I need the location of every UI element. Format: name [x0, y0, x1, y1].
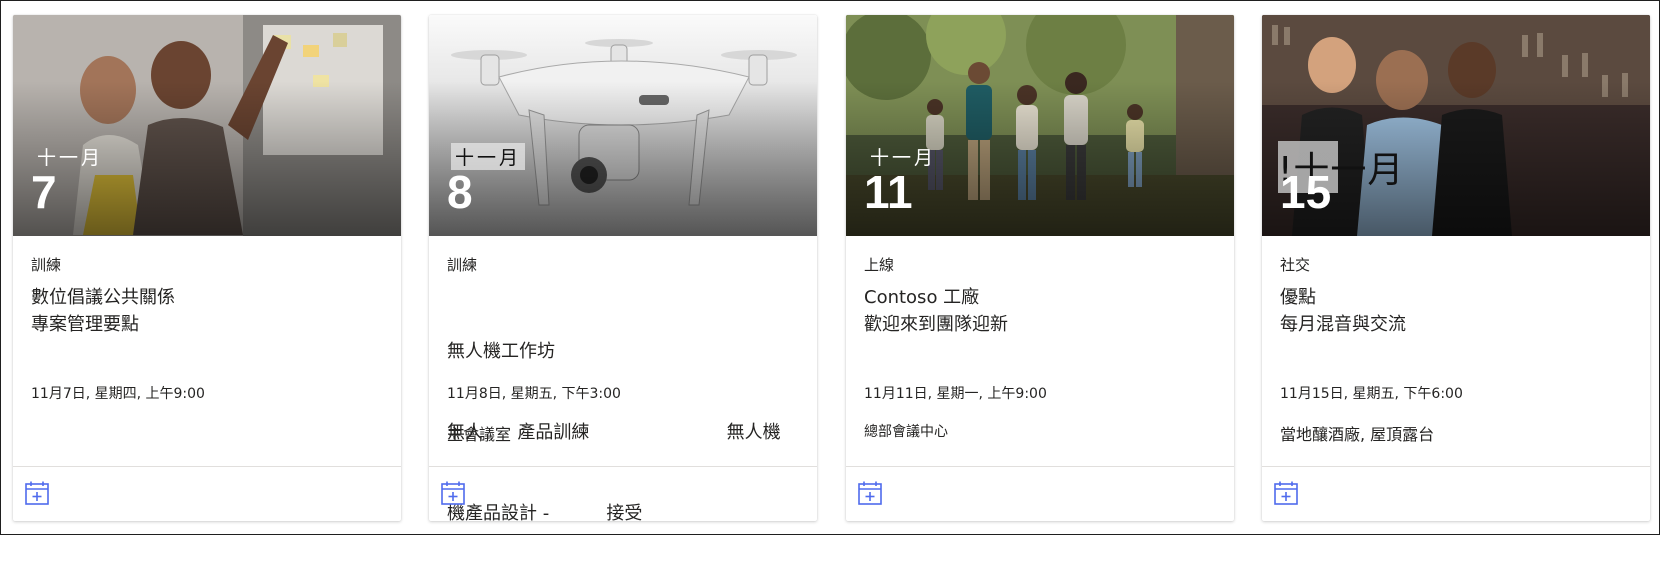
calendar-add-icon	[1274, 481, 1298, 505]
event-image[interactable]: 十一月 7	[13, 15, 401, 236]
add-to-calendar-button[interactable]	[439, 479, 467, 507]
event-datetime: 11月7日, 星期四, 上午9:00	[31, 386, 205, 402]
event-datetime: 11月11日, 星期一, 上午9:00	[864, 386, 1047, 402]
event-category: 上線	[864, 256, 895, 274]
event-location: 當地釀酒廠, 屋頂露台	[1280, 425, 1435, 444]
card-footer	[1262, 466, 1650, 521]
event-location: 主會議室	[447, 425, 512, 444]
event-image[interactable]: 十一月 8	[429, 15, 817, 236]
event-title[interactable]: 數位倡議公共關係 專案管理要點	[31, 284, 383, 338]
card-footer	[846, 466, 1234, 521]
event-day: 11	[864, 166, 913, 218]
add-to-calendar-button[interactable]	[23, 479, 51, 507]
event-category: 訓練	[31, 256, 62, 274]
event-card[interactable]: 十一月 8 訓練 無人機工作坊 無人 產品訓練 無人機 機產品設計 - 接受 1…	[429, 15, 817, 524]
event-image[interactable]: !十一月 15	[1262, 15, 1650, 236]
event-card[interactable]: 十一月 7 訓練 數位倡議公共關係 專案管理要點 11月7日, 星期四, 上午9…	[13, 15, 401, 521]
event-title[interactable]: 優點 每月混音與交流	[1280, 284, 1632, 338]
event-datetime: 11月15日, 星期五, 下午6:00	[1280, 386, 1463, 402]
card-footer	[429, 466, 817, 521]
event-category: 訓練	[447, 256, 478, 274]
card-footer	[13, 466, 401, 521]
event-location: 總部會議中心	[864, 424, 948, 440]
add-to-calendar-button[interactable]	[1272, 479, 1300, 507]
calendar-add-icon	[441, 481, 465, 505]
event-title-line: 優點	[1280, 287, 1316, 308]
event-title-line: 歡迎來到團隊迎新	[864, 314, 1008, 335]
event-card[interactable]: !十一月 15 社交 優點 每月混音與交流 11月15日, 星期五, 下午6:0…	[1262, 15, 1650, 521]
event-title[interactable]: Contoso 工廠 歡迎來到團隊迎新	[864, 284, 1216, 338]
event-day: 7	[31, 166, 57, 218]
event-title-line: 專案管理要點	[31, 314, 139, 335]
event-day: 15	[1280, 166, 1332, 218]
event-day: 8	[447, 166, 473, 218]
event-title-line: Contoso 工廠	[864, 287, 980, 308]
event-title-line: 無人機工作坊	[447, 341, 555, 362]
event-card[interactable]: 十一月 11 上線 Contoso 工廠 歡迎來到團隊迎新 11月11日, 星期…	[846, 15, 1234, 521]
calendar-add-icon	[858, 481, 882, 505]
event-category: 社交	[1280, 256, 1311, 274]
events-web-part: 十一月 7 訓練 數位倡議公共關係 專案管理要點 11月7日, 星期四, 上午9…	[0, 0, 1660, 535]
event-title-line: 數位倡議公共關係	[31, 287, 175, 308]
event-datetime: 11月8日, 星期五, 下午3:00	[447, 386, 621, 402]
add-to-calendar-button[interactable]	[856, 479, 884, 507]
calendar-add-icon	[25, 481, 49, 505]
event-title-line: 每月混音與交流	[1280, 314, 1406, 335]
event-image[interactable]: 十一月 11	[846, 15, 1234, 236]
